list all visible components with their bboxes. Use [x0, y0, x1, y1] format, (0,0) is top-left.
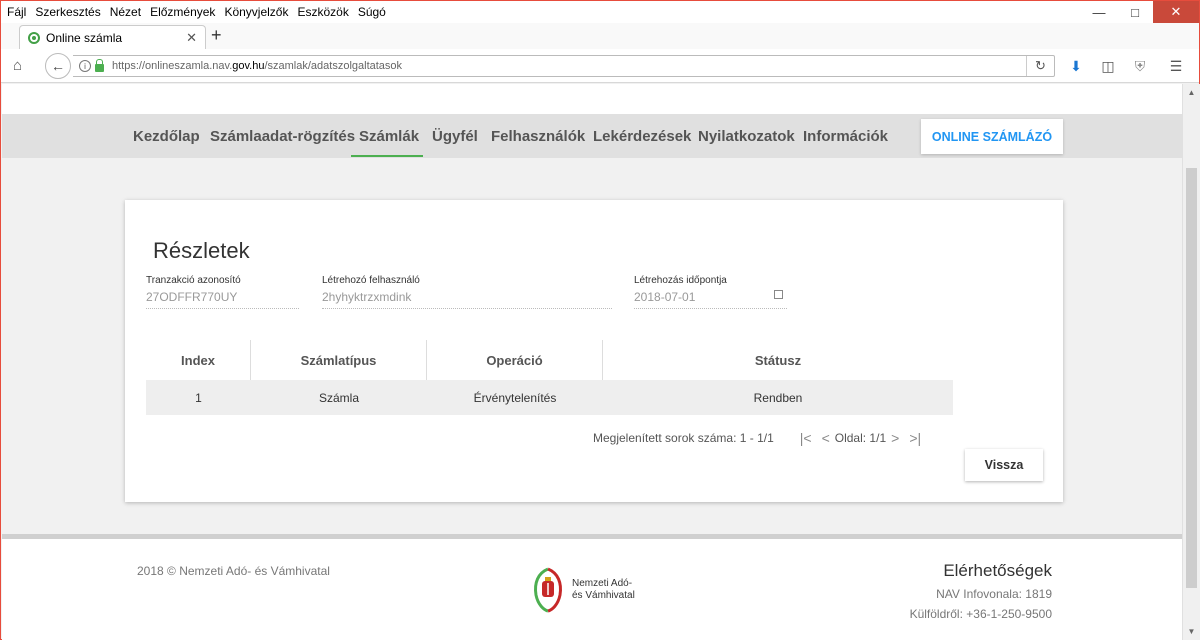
nav-item-home[interactable]: Kezdőlap — [133, 128, 200, 145]
scroll-thumb[interactable] — [1186, 168, 1197, 588]
sidebar-icon[interactable]: ◫ — [1099, 57, 1117, 75]
column-header-status[interactable]: Státusz — [603, 340, 953, 380]
nav-crest-icon — [534, 567, 562, 613]
back-arrow-icon[interactable]: ← — [45, 53, 71, 79]
creator-user-value[interactable]: 2hyhyktrzxmdink — [322, 290, 612, 309]
url-bar[interactable]: i https://onlineszamla.nav. gov.hu/szamla… — [73, 55, 1055, 77]
logo-line-1: Nemzeti Adó- — [572, 578, 633, 589]
close-window-icon[interactable]: ✕ — [1153, 1, 1199, 23]
lock-icon — [95, 58, 104, 72]
column-header-index[interactable]: Index — [146, 340, 251, 380]
nav-item-queries[interactable]: Lekérdezések — [593, 128, 691, 145]
menu-tools[interactable]: Eszközök — [297, 5, 348, 19]
nav-item-client[interactable]: Ügyfél — [432, 128, 478, 145]
scroll-down-icon[interactable]: ▼ — [1183, 623, 1200, 640]
table-header: Index Számlatípus Operáció Státusz — [146, 340, 953, 380]
column-header-operation[interactable]: Operáció — [427, 340, 603, 380]
browser-tab[interactable]: Online számla ✕ — [19, 25, 206, 49]
nav-logo: Nemzeti Adó- és Vámhivatal — [530, 567, 635, 613]
calendar-icon[interactable] — [774, 290, 783, 299]
menu-history[interactable]: Előzmények — [150, 5, 215, 19]
page-top — [2, 84, 1182, 114]
logo-line-2: és Vámhivatal — [572, 590, 635, 601]
url-path: /szamlak/adatszolgaltatasok — [264, 60, 403, 72]
next-page-icon[interactable]: > — [891, 430, 899, 446]
rows-count-text: Megjelenített sorok száma: 1 - 1/1 — [593, 431, 774, 445]
info-icon[interactable]: i — [79, 60, 91, 72]
contact-title: Elérhetőségek — [943, 561, 1052, 580]
created-date-field: Létrehozás időpontja 2018-07-01 — [634, 275, 787, 309]
transaction-id-value[interactable]: 27ODFFR770UY — [146, 290, 299, 309]
nav-item-invoices[interactable]: Számlák — [359, 128, 419, 145]
nav-item-information[interactable]: Információk — [803, 128, 888, 145]
online-invoicing-button[interactable]: ONLINE SZÁMLÁZÓ — [921, 119, 1063, 154]
last-page-icon[interactable]: >| — [909, 430, 921, 446]
table-row[interactable]: 1 Számla Érvénytelenítés Rendben — [146, 380, 953, 415]
menu-help[interactable]: Súgó — [358, 5, 386, 19]
navigation-bar: ⌂ ← i https://onlineszamla.nav. gov.hu/sz… — [1, 49, 1199, 83]
back-button[interactable]: Vissza — [965, 449, 1043, 481]
field-label: Tranzakció azonosító — [146, 275, 241, 286]
close-tab-icon[interactable]: ✕ — [186, 30, 197, 46]
page-scrollbar[interactable]: ▲ ▼ — [1182, 84, 1200, 640]
tab-bar: Online számla ✕ + — [1, 23, 1199, 49]
tab-title: Online számla — [46, 30, 123, 45]
copyright-text: 2018 © Nemzeti Adó- és Vámhivatal — [137, 564, 330, 578]
nav-item-declarations[interactable]: Nyilatkozatok — [698, 128, 795, 145]
nav-item-users[interactable]: Felhasználók — [491, 128, 585, 145]
menu-view[interactable]: Nézet — [110, 5, 141, 19]
contact-section: Elérhetőségek NAV Infovonala: 1819 Külfö… — [910, 561, 1052, 621]
menu-bookmarks[interactable]: Könyvjelzők — [224, 5, 288, 19]
browser-window: Fájl Szerkesztés Nézet Előzmények Könyvj… — [0, 0, 1200, 640]
menu-file[interactable]: Fájl — [7, 5, 26, 19]
shield-icon[interactable]: ⛨ — [1131, 57, 1149, 75]
page-title: Részletek — [153, 238, 250, 263]
field-label: Létrehozó felhasználó — [322, 275, 420, 286]
cell-operation: Érvénytelenítés — [473, 390, 557, 405]
active-tab-indicator — [351, 155, 423, 157]
new-tab-icon[interactable]: + — [211, 25, 222, 46]
creator-user-field: Létrehozó felhasználó 2hyhyktrzxmdink — [322, 275, 612, 309]
home-icon[interactable]: ⌂ — [13, 57, 29, 74]
menu-bar: Fájl Szerkesztés Nézet Előzmények Könyvj… — [1, 1, 1199, 23]
hamburger-menu-icon[interactable]: ☰ — [1167, 57, 1185, 75]
site-favicon-icon — [28, 31, 40, 44]
created-date-value[interactable]: 2018-07-01 — [634, 290, 787, 309]
page-content: Kezdőlap Számlaadat-rögzítés Számlák Ügy… — [2, 84, 1182, 640]
menu-edit[interactable]: Szerkesztés — [35, 5, 100, 19]
first-page-icon[interactable]: |< — [800, 430, 812, 446]
infoline-text: NAV Infovonala: 1819 — [936, 587, 1052, 601]
cell-index: 1 — [195, 390, 202, 405]
nav-item-invoice-entry[interactable]: Számlaadat-rögzítés — [210, 128, 355, 145]
transaction-id-field: Tranzakció azonosító 27ODFFR770UY — [146, 275, 299, 309]
cell-invoice-type: Számla — [318, 390, 359, 405]
page-indicator: Oldal: 1/1 — [834, 431, 887, 445]
scroll-up-icon[interactable]: ▲ — [1183, 84, 1200, 101]
window-controls: — □ ✕ — [1081, 1, 1199, 23]
prev-page-icon[interactable]: < — [822, 430, 830, 446]
minimize-icon[interactable]: — — [1081, 1, 1117, 23]
url-domain: gov.hu — [232, 60, 265, 72]
pagination: Megjelenített sorok száma: 1 - 1/1 |< < … — [593, 430, 926, 446]
url-prefix: https://onlineszamla.nav. — [112, 60, 233, 72]
download-icon[interactable]: ⬇ — [1067, 57, 1085, 75]
reload-icon[interactable]: ↻ — [1026, 56, 1054, 76]
cell-status: Rendben — [753, 390, 803, 405]
abroad-phone-text: Külföldről: +36-1-250-9500 — [909, 607, 1052, 621]
maximize-icon[interactable]: □ — [1117, 1, 1153, 23]
footer: 2018 © Nemzeti Adó- és Vámhivatal Nemzet… — [2, 534, 1182, 640]
details-card: Részletek Tranzakció azonosító 27ODFFR77… — [125, 200, 1063, 502]
column-header-invoice-type[interactable]: Számlatípus — [251, 340, 427, 380]
field-label: Létrehozás időpontja — [634, 275, 727, 286]
